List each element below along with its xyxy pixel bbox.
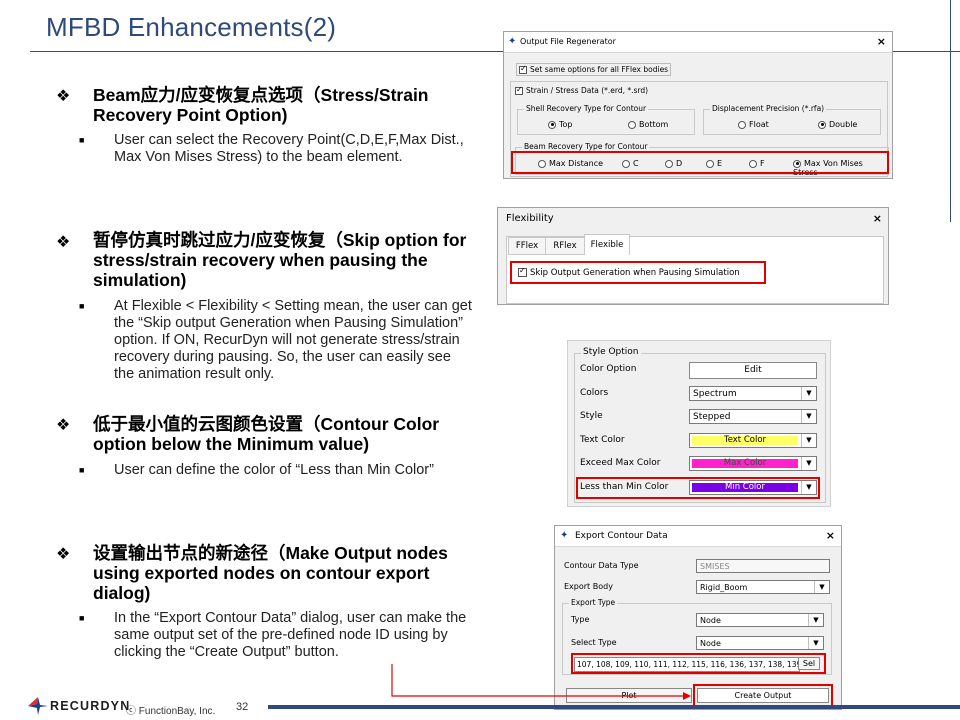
group-label: Beam Recovery Type for Contour xyxy=(522,142,650,151)
dropdown-value: Stepped xyxy=(693,412,731,422)
section-body: At Flexible < Flexibility < Setting mean… xyxy=(114,298,472,382)
radio-bottom[interactable]: Bottom xyxy=(628,120,668,129)
color-option-label: Color Option xyxy=(580,364,637,374)
dropdown-arrow-icon: ▼ xyxy=(801,410,816,423)
edit-button[interactable]: Edit xyxy=(689,362,817,379)
page-number: 32 xyxy=(236,701,249,713)
flexibility-dialog: Flexibility × FFlex RFlex Flexible Skip … xyxy=(497,207,889,305)
highlight-box xyxy=(511,151,889,174)
displacement-precision-group: Displacement Precision (*.rfa) Float Dou… xyxy=(703,104,881,135)
export-body-label: Export Body xyxy=(564,582,613,591)
footer-bar xyxy=(268,705,960,709)
style-option-panel: Style Option Color Option Edit Colors Sp… xyxy=(567,340,831,507)
text-color-label: Text Color xyxy=(580,435,625,445)
dialog-titlebar: Flexibility × xyxy=(498,208,888,228)
dropdown-arrow-icon: ▼ xyxy=(801,387,816,400)
section-heading: 设置输出节点的新途径（Make Output nodes using expor… xyxy=(93,543,448,603)
diamond-bullet-icon: ❖ xyxy=(56,546,71,563)
contour-data-type-label: Contour Data Type xyxy=(564,561,639,570)
dialog-titlebar: ✦ Export Contour Data × xyxy=(555,526,841,547)
dialog-titlebar: ✦ Output File Regenerator × xyxy=(504,32,892,53)
connector-line xyxy=(391,664,684,697)
select-type-label: Select Type xyxy=(571,638,617,647)
square-bullet-icon: ■ xyxy=(79,613,85,623)
radio-top[interactable]: Top xyxy=(548,120,573,129)
diamond-bullet-icon: ❖ xyxy=(56,417,71,434)
close-icon[interactable]: × xyxy=(877,35,886,48)
field-value: SMISES xyxy=(700,562,730,571)
group-label: Shell Recovery Type for Contour xyxy=(524,104,649,113)
style-label: Style xyxy=(580,411,603,421)
dropdown-value: Spectrum xyxy=(693,389,737,399)
group-label: Displacement Precision (*.rfa) xyxy=(710,104,827,113)
recurdyn-app-icon: ✦ xyxy=(508,36,517,47)
dialog-title: Output File Regenerator xyxy=(520,37,616,46)
diamond-bullet-icon: ❖ xyxy=(56,234,71,251)
output-file-regenerator-dialog: ✦ Output File Regenerator × Set same opt… xyxy=(503,31,893,179)
right-divider xyxy=(950,0,951,222)
group-label: Style Option xyxy=(581,347,641,357)
checkbox-checked-icon xyxy=(515,85,523,95)
tab-fflex[interactable]: FFlex xyxy=(508,237,546,255)
contour-data-type-field: SMISES xyxy=(696,559,830,573)
section-heading: Beam应力/应变恢复点选项（Stress/Strain Recovery Po… xyxy=(93,85,429,125)
highlight-box xyxy=(576,477,820,499)
close-icon[interactable]: × xyxy=(826,529,835,542)
colors-dropdown[interactable]: Spectrum ▼ xyxy=(689,386,817,401)
same-options-checkbox[interactable]: Set same options for all FFlex bodies xyxy=(516,63,672,76)
color-swatch: Max Color xyxy=(692,459,798,468)
checkbox-checked-icon xyxy=(519,64,527,74)
square-bullet-icon: ■ xyxy=(79,301,85,311)
footer-logo-text: RECURDYN xyxy=(50,699,131,713)
shell-recovery-group: Shell Recovery Type for Contour Top Bott… xyxy=(517,104,695,135)
dropdown-arrow-icon: ▼ xyxy=(801,434,816,447)
dropdown-arrow-icon: ▼ xyxy=(814,581,829,593)
dropdown-value: Node xyxy=(700,639,721,648)
section-body: User can select the Recovery Point(C,D,E… xyxy=(114,132,464,165)
close-icon[interactable]: × xyxy=(873,212,882,225)
recurdyn-app-icon: ✦ xyxy=(560,530,569,541)
square-bullet-icon: ■ xyxy=(79,135,85,145)
dropdown-arrow-icon: ▼ xyxy=(808,614,823,626)
tab-flexible[interactable]: Flexible xyxy=(584,234,630,255)
type-dropdown[interactable]: Node ▼ xyxy=(696,613,824,627)
color-swatch: Text Color xyxy=(692,436,798,445)
text-color-dropdown[interactable]: Text Color ▼ xyxy=(689,433,817,448)
type-label: Type xyxy=(571,615,590,624)
dropdown-value: Node xyxy=(700,616,721,625)
dialog-title: Flexibility xyxy=(506,213,554,224)
section-body: User can define the color of “Less than … xyxy=(114,462,434,478)
recurdyn-logo-icon xyxy=(28,697,48,715)
dropdown-arrow-icon: ▼ xyxy=(808,637,823,649)
group-label: Export Type xyxy=(569,598,618,607)
dropdown-value: Rigid_Boom xyxy=(700,583,748,592)
radio-double[interactable]: Double xyxy=(818,120,857,129)
section-body: In the “Export Contour Data” dialog, use… xyxy=(114,610,467,660)
select-type-dropdown[interactable]: Node ▼ xyxy=(696,636,824,650)
highlight-box xyxy=(510,261,766,284)
strain-stress-checkbox[interactable]: Strain / Stress Data (*.erd, *.srd) xyxy=(515,85,649,95)
dropdown-arrow-icon: ▼ xyxy=(801,457,816,470)
dialog-title: Export Contour Data xyxy=(575,531,668,541)
section-heading: 暂停仿真时跳过应力/应变恢复（Skip option for stress/st… xyxy=(93,230,467,290)
checkbox-label: Set same options for all FFlex bodies xyxy=(530,65,669,74)
colors-label: Colors xyxy=(580,388,609,398)
page-title: MFBD Enhancements(2) xyxy=(46,12,337,42)
square-bullet-icon: ■ xyxy=(79,465,85,475)
footer-copyright: ⓒ FunctionBay, Inc. xyxy=(126,706,216,717)
arrow-head-icon xyxy=(683,692,691,700)
diamond-bullet-icon: ❖ xyxy=(56,88,71,105)
connector-arrow xyxy=(391,664,691,700)
tab-rflex[interactable]: RFlex xyxy=(545,237,585,255)
exceed-max-color-label: Exceed Max Color xyxy=(580,458,661,468)
section-heading: 低于最小值的云图颜色设置（Contour Color option below … xyxy=(93,414,440,454)
style-dropdown[interactable]: Stepped ▼ xyxy=(689,409,817,424)
export-body-dropdown[interactable]: Rigid_Boom ▼ xyxy=(696,580,830,594)
max-color-dropdown[interactable]: Max Color ▼ xyxy=(689,456,817,471)
radio-float[interactable]: Float xyxy=(738,120,769,129)
checkbox-label: Strain / Stress Data (*.erd, *.srd) xyxy=(526,86,649,95)
